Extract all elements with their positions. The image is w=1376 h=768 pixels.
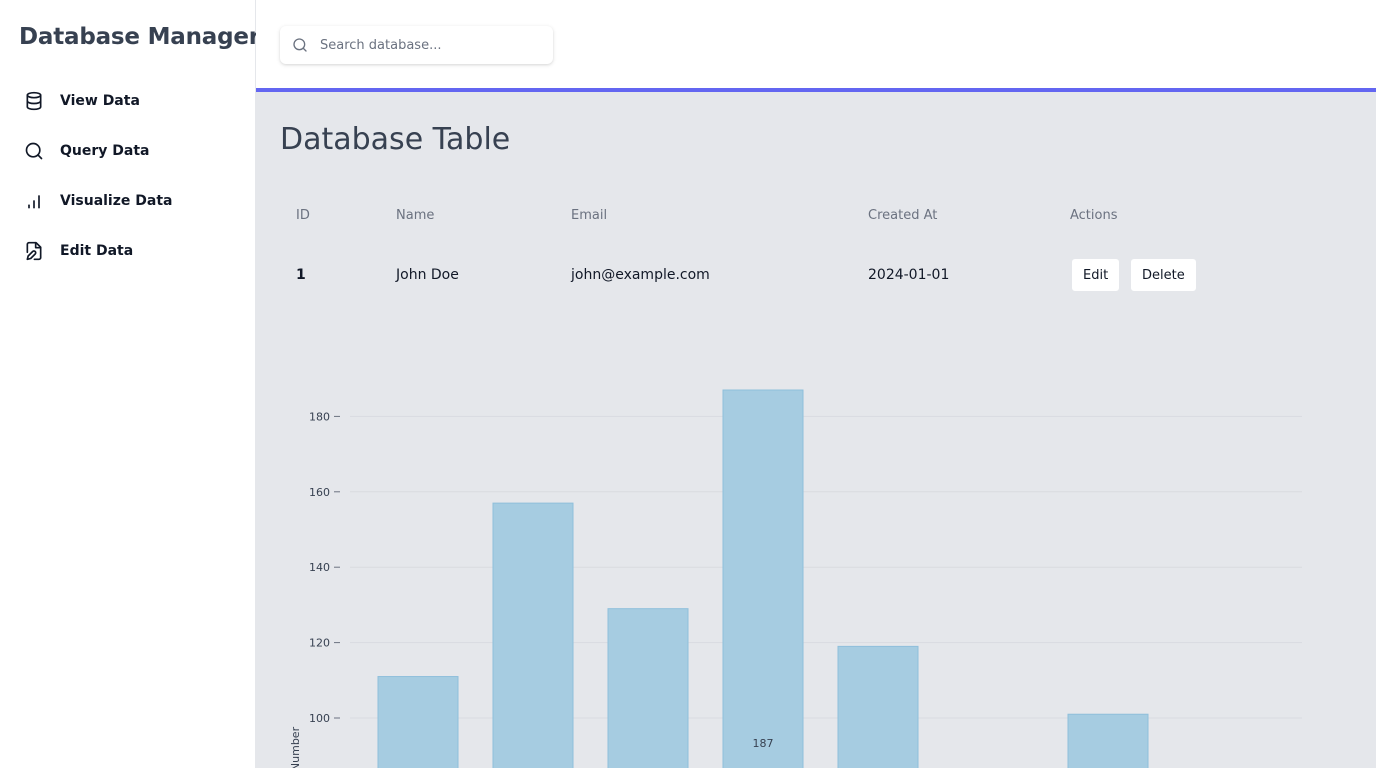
column-header-created-at: Created At — [868, 208, 938, 223]
y-tick-label: 140 — [309, 561, 330, 574]
chart-bar — [492, 502, 574, 768]
bar-chart-icon — [24, 191, 44, 211]
y-tick-label: 160 — [309, 486, 330, 499]
chart-bar — [837, 645, 919, 768]
sidebar-item-view-data[interactable]: View Data — [0, 76, 256, 126]
y-tick-label: 100 — [309, 712, 330, 725]
search-input[interactable] — [320, 37, 540, 53]
cell-created-at: 2024-01-01 — [868, 267, 950, 283]
column-header-actions: Actions — [1070, 208, 1118, 223]
cell-name: John Doe — [396, 267, 459, 283]
sidebar-item-label: View Data — [60, 93, 140, 109]
cell-email: john@example.com — [571, 267, 710, 283]
chart-bar — [722, 389, 804, 768]
y-tick-label: 180 — [309, 410, 330, 423]
column-header-name: Name — [396, 208, 435, 223]
y-axis-label: Number — [289, 726, 302, 768]
y-tick-label: 120 — [309, 637, 330, 650]
delete-button[interactable]: Delete — [1130, 258, 1197, 292]
search-icon — [292, 37, 308, 53]
bar-value-label: 187 — [753, 737, 774, 750]
database-icon — [24, 91, 44, 111]
sidebar-item-label: Query Data — [60, 143, 150, 159]
sidebar-item-label: Edit Data — [60, 243, 134, 259]
sidebar-nav: View Data Query Data Visualize Data Edit… — [0, 76, 256, 276]
column-header-email: Email — [571, 208, 608, 223]
sidebar-item-query-data[interactable]: Query Data — [0, 126, 256, 176]
column-header-id: ID — [296, 208, 310, 223]
chart-bar — [1067, 713, 1149, 768]
sidebar: Database Manager View Data Query Data Vi… — [0, 0, 260, 768]
top-bar — [256, 0, 1376, 88]
search-icon — [24, 141, 44, 161]
sidebar-item-label: Visualize Data — [60, 193, 173, 209]
cell-id: 1 — [296, 267, 306, 283]
search-box — [280, 26, 553, 64]
app-title: Database Manager — [19, 24, 260, 50]
edit-button[interactable]: Edit — [1071, 258, 1121, 292]
main-content: Database Table ID Name Email Created At … — [256, 92, 1376, 768]
page-title: Database Table — [280, 122, 511, 157]
chart-bar — [607, 608, 689, 768]
sidebar-item-visualize-data[interactable]: Visualize Data — [0, 176, 256, 226]
file-edit-icon — [24, 241, 44, 261]
bar-chart: 100 120 140 160 180 187 Number — [289, 389, 1302, 768]
sidebar-item-edit-data[interactable]: Edit Data — [0, 226, 256, 276]
chart-bar — [377, 676, 459, 768]
